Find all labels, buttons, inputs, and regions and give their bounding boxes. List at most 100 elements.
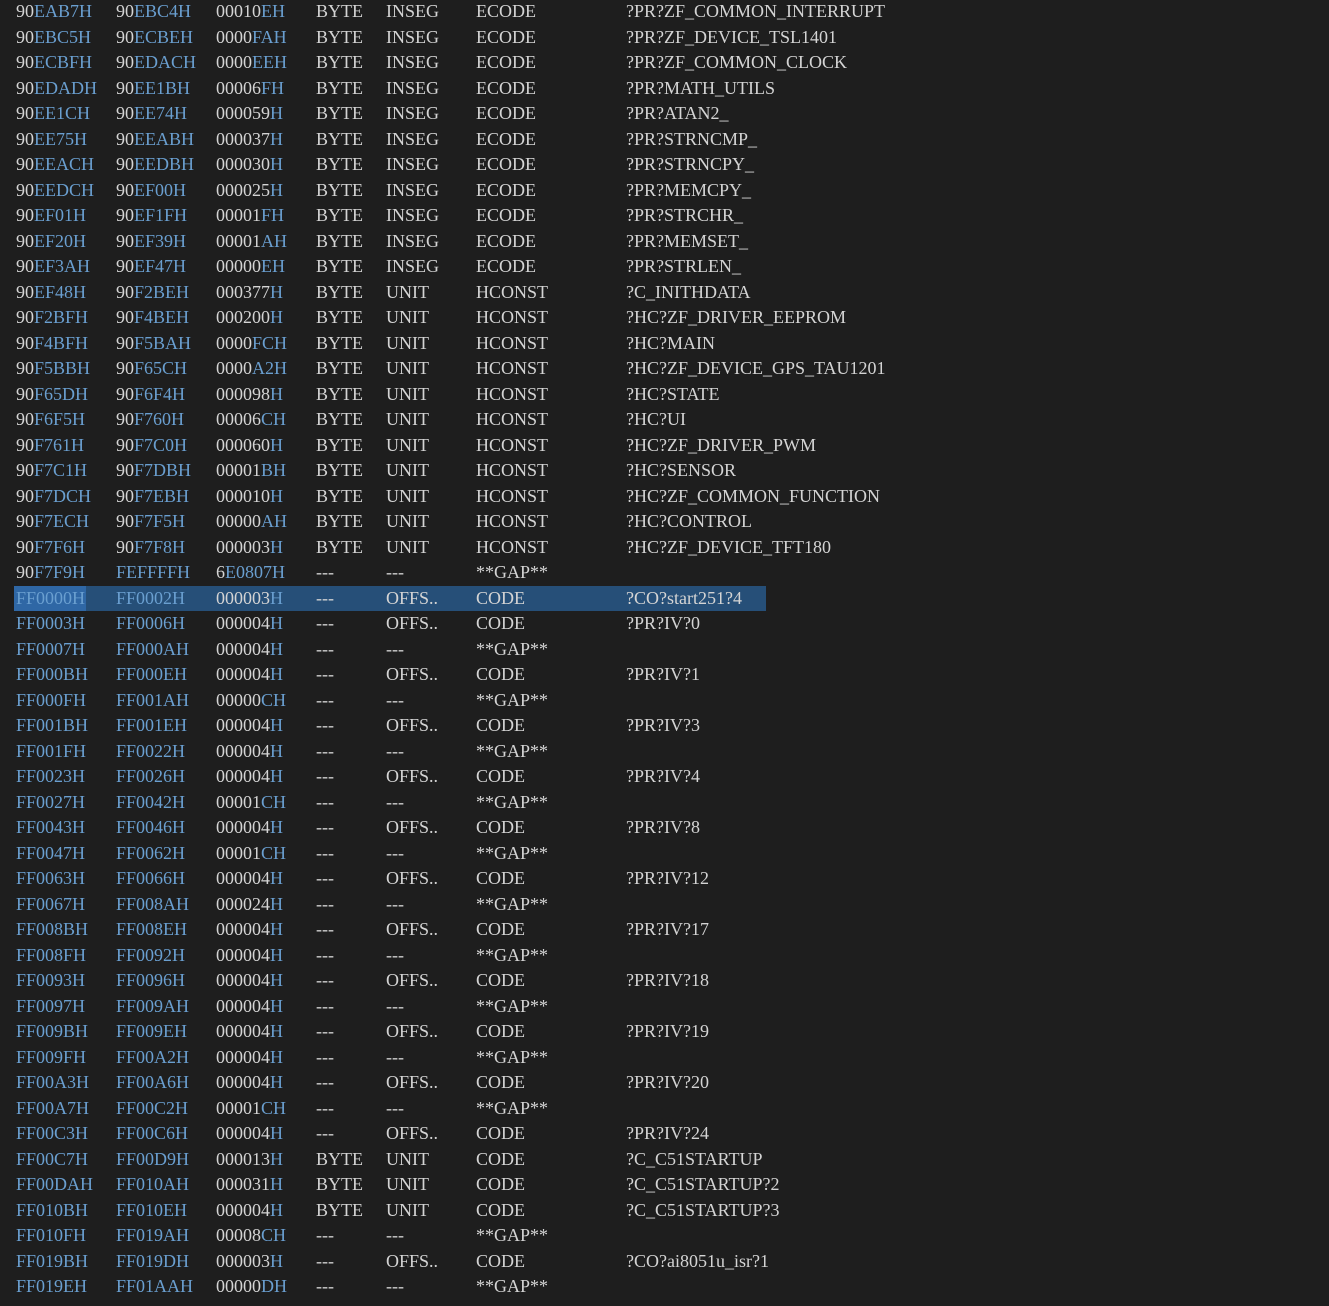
- reloc: INSEG: [386, 154, 439, 174]
- map-row[interactable]: 90F5BBH 90F65CH 0000A2H BYTE UNIT HCONST ?HC?Z…: [0, 356, 1329, 382]
- map-row[interactable]: FF0097H FF009AH 000004H --- --- **GAP**: [0, 994, 1329, 1020]
- map-row[interactable]: 90EAB7H 90EBC4H 00010EH BYTE INSEG ECODE ?PR?Z…: [0, 0, 1329, 25]
- align: BYTE: [316, 256, 363, 276]
- map-row[interactable]: FF008FH FF0092H 000004H --- --- **GAP**: [0, 943, 1329, 969]
- align: BYTE: [316, 1174, 363, 1194]
- map-row[interactable]: FF019BH FF019DH 000003H --- OFFS.. CODE ?CO?ai…: [0, 1249, 1329, 1275]
- map-row[interactable]: 90ECBFH 90EDACH 0000EEH BYTE INSEG ECODE ?PR?Z…: [0, 50, 1329, 76]
- segment-name: ?PR?ZF_COMMON_CLOCK: [626, 52, 848, 72]
- memory-class: CODE: [476, 970, 525, 990]
- align: BYTE: [316, 332, 363, 353]
- map-row[interactable]: 90F761H 90F7C0H 000060H BYTE UNIT HCONST ?HC?Z…: [0, 433, 1329, 459]
- map-row[interactable]: 90F65DH 90F6F4H 000098H BYTE UNIT HCONST ?HC?S…: [0, 382, 1329, 408]
- map-row[interactable]: FF000FH FF001AH 00000CH --- --- **GAP**: [0, 688, 1329, 714]
- map-row[interactable]: FF00C3H FF00C6H 000004H --- OFFS.. CODE ?PR?IV…: [0, 1121, 1329, 1147]
- memory-class: **GAP**: [476, 740, 549, 761]
- map-file-editor[interactable]: 90EAB7H 90EBC4H 00010EH BYTE INSEG ECODE ?PR?Z…: [0, 0, 1329, 1306]
- map-row[interactable]: FF0023H FF0026H 000004H --- OFFS.. CODE ?PR?IV…: [0, 764, 1329, 790]
- align: BYTE: [316, 230, 363, 251]
- start-address: FF010BH: [16, 1199, 89, 1220]
- map-row[interactable]: 90EF48H 90F2BEH 000377H BYTE UNIT HCONST ?C_IN…: [0, 280, 1329, 306]
- memory-class: ECODE: [476, 230, 536, 251]
- end-address: 90F6F4H: [116, 383, 186, 404]
- start-address: FF0097H: [16, 995, 86, 1016]
- end-address: FF0092H: [116, 944, 186, 965]
- map-row[interactable]: FF00DAH FF010AH 000031H BYTE UNIT CODE ?C_C51S…: [0, 1172, 1329, 1198]
- map-row[interactable]: 90EEDCH 90EF00H 000025H BYTE INSEG ECODE ?PR?M…: [0, 178, 1329, 204]
- map-row[interactable]: FF00A7H FF00C2H 00001CH --- --- **GAP**: [0, 1096, 1329, 1122]
- map-row[interactable]: FF0067H FF008AH 000024H --- --- **GAP**: [0, 892, 1329, 918]
- reloc: ---: [386, 995, 404, 1016]
- length: 000030H: [216, 154, 283, 174]
- map-row[interactable]: FF010BH FF010EH 000004H BYTE UNIT CODE ?C_C51S…: [0, 1198, 1329, 1224]
- length: 000004H: [216, 613, 283, 633]
- memory-class: CODE: [476, 868, 525, 888]
- map-row[interactable]: 90F7F6H 90F7F8H 000003H BYTE UNIT HCONST ?HC?Z…: [0, 535, 1329, 561]
- align: BYTE: [316, 434, 363, 455]
- memory-class: HCONST: [476, 460, 549, 480]
- length: 00001CH: [216, 842, 287, 863]
- map-row[interactable]: FF00A3H FF00A6H 000004H --- OFFS.. CODE ?PR?IV…: [0, 1070, 1329, 1096]
- map-row[interactable]: 90EF01H 90EF1FH 00001FH BYTE INSEG ECODE ?PR?S…: [0, 203, 1329, 229]
- length: 0000EEH: [216, 52, 287, 72]
- map-row[interactable]: FF001BH FF001EH 000004H --- OFFS.. CODE ?PR?IV…: [0, 713, 1329, 739]
- segment-name: ?C_INITHDATA: [626, 281, 751, 302]
- end-address: FF019AH: [116, 1225, 190, 1245]
- map-row[interactable]: FF019EH FF01AAH 00000DH --- --- **GAP**: [0, 1274, 1329, 1300]
- align: ---: [316, 1276, 334, 1296]
- end-address: FF00A2H: [116, 1046, 190, 1067]
- align: BYTE: [316, 409, 363, 429]
- map-row[interactable]: FF001FH FF0022H 000004H --- --- **GAP**: [0, 739, 1329, 765]
- map-row[interactable]: FF0043H FF0046H 000004H --- OFFS.. CODE ?PR?IV…: [0, 815, 1329, 841]
- end-address: 90ECBEH: [116, 26, 194, 47]
- reloc: OFFS..: [386, 919, 439, 939]
- map-row[interactable]: 90EE1CH 90EE74H 000059H BYTE INSEG ECODE ?PR?A…: [0, 101, 1329, 127]
- end-address: FF010EH: [116, 1199, 188, 1220]
- map-row[interactable]: FF009BH FF009EH 000004H --- OFFS.. CODE ?PR?IV…: [0, 1019, 1329, 1045]
- length: 00000EH: [216, 256, 285, 276]
- map-row[interactable]: 90F7C1H 90F7DBH 00001BH BYTE UNIT HCONST ?HC?S…: [0, 458, 1329, 484]
- map-row[interactable]: FF008BH FF008EH 000004H --- OFFS.. CODE ?PR?IV…: [0, 917, 1329, 943]
- memory-class: ECODE: [476, 179, 536, 200]
- map-row[interactable]: 90F6F5H 90F760H 00006CH BYTE UNIT HCONST ?HC?U…: [0, 407, 1329, 433]
- end-address: 90EEABH: [116, 128, 194, 149]
- align: ---: [316, 587, 334, 608]
- align: BYTE: [316, 1199, 363, 1220]
- map-row[interactable]: 90F7ECH 90F7F5H 00000AH BYTE UNIT HCONST ?HC?C…: [0, 509, 1329, 535]
- map-row[interactable]: 90F4BFH 90F5BAH 0000FCH BYTE UNIT HCONST ?HC?M…: [0, 331, 1329, 357]
- map-row[interactable]: 90EE75H 90EEABH 000037H BYTE INSEG ECODE ?PR?S…: [0, 127, 1329, 153]
- length: 000004H: [216, 1072, 283, 1092]
- map-row[interactable]: 90EF20H 90EF39H 00001AH BYTE INSEG ECODE ?PR?M…: [0, 229, 1329, 255]
- map-row[interactable]: FF0007H FF000AH 000004H --- --- **GAP**: [0, 637, 1329, 663]
- reloc: OFFS..: [386, 587, 439, 608]
- map-row[interactable]: 90EBC5H 90ECBEH 0000FAH BYTE INSEG ECODE ?PR?Z…: [0, 25, 1329, 51]
- length: 000060H: [216, 434, 283, 455]
- map-row[interactable]: 90EEACH 90EEDBH 000030H BYTE INSEG ECODE ?PR?S…: [0, 152, 1329, 178]
- reloc: INSEG: [386, 179, 439, 200]
- map-row[interactable]: FF0000H FF0002H 000003H --- OFFS.. CODE ?CO?st…: [0, 585, 1329, 611]
- map-row[interactable]: 90F7F9H FEFFFFH 6E0807H --- --- **GAP**: [0, 560, 1329, 586]
- map-row[interactable]: 90F7DCH 90F7EBH 000010H BYTE UNIT HCONST ?HC?Z…: [0, 484, 1329, 510]
- start-address: FF0027H: [16, 791, 86, 812]
- map-row[interactable]: 90EDADH 90EE1BH 00006FH BYTE INSEG ECODE ?PR?M…: [0, 76, 1329, 102]
- map-row[interactable]: FF00C7H FF00D9H 000013H BYTE UNIT CODE ?C_C51S…: [0, 1147, 1329, 1173]
- map-row[interactable]: FF0047H FF0062H 00001CH --- --- **GAP**: [0, 841, 1329, 867]
- map-row[interactable]: 90F2BFH 90F4BEH 000200H BYTE UNIT HCONST ?HC?Z…: [0, 305, 1329, 331]
- map-row[interactable]: FF010FH FF019AH 00008CH --- --- **GAP**: [0, 1223, 1329, 1249]
- map-row[interactable]: FF01ABH FF01ADH 000003H --- OFFS.. CODE ?CO?ai…: [0, 1300, 1329, 1306]
- end-address: FF0066H: [116, 868, 186, 888]
- length: 000004H: [216, 970, 283, 990]
- map-row[interactable]: FF0093H FF0096H 000004H --- OFFS.. CODE ?PR?IV…: [0, 968, 1329, 994]
- map-row[interactable]: FF0063H FF0066H 000004H --- OFFS.. CODE ?PR?IV…: [0, 866, 1329, 892]
- reloc: UNIT: [386, 1148, 429, 1169]
- end-address: FF010AH: [116, 1174, 190, 1194]
- segment-name: ?HC?ZF_DRIVER_EEPROM: [626, 307, 846, 327]
- segment-name: ?PR?IV?24: [626, 1123, 709, 1143]
- map-row[interactable]: FF0003H FF0006H 000004H --- OFFS.. CODE ?PR?IV…: [0, 611, 1329, 637]
- start-address: FF0063H: [16, 868, 86, 888]
- length: 00001AH: [216, 230, 287, 251]
- map-row[interactable]: FF0027H FF0042H 00001CH --- --- **GAP**: [0, 790, 1329, 816]
- map-row[interactable]: FF000BH FF000EH 000004H --- OFFS.. CODE ?PR?IV…: [0, 662, 1329, 688]
- map-row[interactable]: FF009FH FF00A2H 000004H --- --- **GAP**: [0, 1045, 1329, 1071]
- map-row[interactable]: 90EF3AH 90EF47H 00000EH BYTE INSEG ECODE ?PR?S…: [0, 254, 1329, 280]
